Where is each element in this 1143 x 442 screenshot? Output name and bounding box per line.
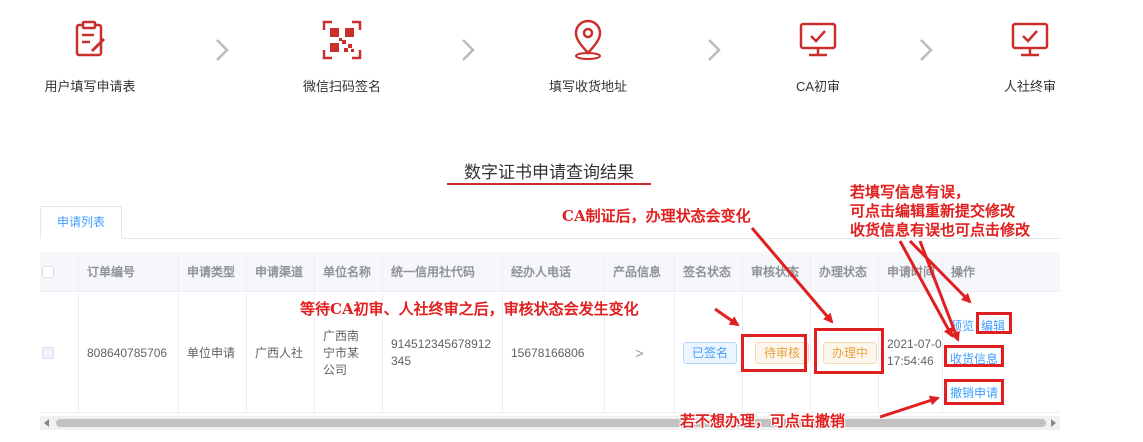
step-label: 人社终审 (1003, 79, 1056, 94)
tab-apply-list[interactable]: 申请列表 (40, 206, 122, 239)
preview-link[interactable]: 预览 (950, 317, 974, 334)
cell-apply-type: 单位申请 (178, 293, 246, 413)
step-address: 填写收货地址 (518, 18, 658, 95)
cell-order-no: 808640785706 (78, 293, 178, 413)
col-apply-time: 申请时间 (878, 252, 942, 292)
apply-time-clock: 17:54:46 (887, 354, 934, 368)
col-product: 产品信息 (604, 252, 674, 292)
scroll-right-icon[interactable] (1051, 419, 1056, 427)
col-handle-status: 办理状态 (810, 252, 878, 292)
apply-time: 2021-07-0 17:54:46 (887, 336, 942, 370)
phone: 15678166806 (511, 345, 585, 360)
form-edit-icon (75, 20, 106, 57)
channel: 广西人社 (255, 345, 304, 360)
scrollbar-thumb[interactable] (56, 419, 1046, 427)
row-select-cell (40, 293, 78, 413)
annotation-edit-note-3: 收货信息有误也可点击修改 (850, 221, 1031, 239)
delivery-highlight (944, 345, 1004, 367)
col-apply-type: 申请类型 (178, 252, 246, 292)
col-order-no: 订单编号 (78, 252, 178, 292)
location-pin-icon (574, 19, 602, 60)
step-ca-review: CA初审 (748, 18, 888, 95)
col-sign-status: 签名状态 (674, 252, 742, 292)
select-all-cell (40, 252, 78, 292)
annotation-edit-note-1: 若填写信息有误， (850, 183, 971, 201)
chevron-right-icon (708, 39, 721, 61)
col-audit-status: 审核状态 (742, 252, 810, 292)
qr-code-icon (322, 20, 362, 60)
col-actions: 操作 (942, 252, 1060, 292)
credit-code: 914512345678912345 (391, 337, 492, 368)
chevron-right-icon (216, 39, 229, 61)
col-phone: 经办人电话 (502, 252, 604, 292)
cell-apply-time: 2021-07-0 17:54:46 (878, 293, 942, 413)
handle-status-highlight (814, 328, 884, 374)
chevron-right-icon (920, 39, 933, 61)
product-expand-icon[interactable]: > (635, 345, 643, 362)
cell-sign-status: 已签名 (674, 293, 742, 413)
apply-type: 单位申请 (187, 345, 236, 360)
annotation-edit-note-2: 可点击编辑重新提交修改 (850, 202, 1016, 220)
step-label: 微信扫码签名 (302, 79, 381, 94)
progress-steps: 用户填写申请表 微信扫码签名 填写收货地址 CA初审 人社终审 (0, 0, 1143, 110)
step-label: 填写收货地址 (548, 79, 627, 94)
col-unit-name: 单位名称 (314, 252, 382, 292)
row-checkbox[interactable] (42, 347, 54, 359)
monitor-check-icon (799, 22, 837, 57)
sign-status-badge: 已签名 (683, 342, 738, 364)
annotation-cancel-note: 若不想办理，可点击撤销 (680, 412, 846, 430)
edit-highlight (976, 312, 1012, 334)
cancel-highlight (944, 379, 1004, 405)
select-all-checkbox[interactable] (42, 266, 54, 278)
step-label: 用户填写申请表 (44, 79, 136, 94)
horizontal-scrollbar[interactable] (40, 416, 1060, 430)
monitor-check-icon (1011, 22, 1049, 57)
title-underline (447, 183, 651, 185)
apply-time-date: 2021-07-0 (887, 337, 942, 351)
annotation-audit-note: 等待CA初审、人社终审之后，审核状态会发生变化 (300, 300, 639, 318)
col-credit-code: 统一信用社代码 (382, 252, 502, 292)
step-label: CA初审 (795, 79, 841, 94)
col-channel: 申请渠道 (246, 252, 314, 292)
table-header: 订单编号 申请类型 申请渠道 单位名称 统一信用社代码 经办人电话 产品信息 签… (40, 252, 1060, 292)
unit-name: 广西南宁市某公司 (323, 328, 360, 377)
annotation-ca-note: CA制证后，办理状态会变化 (562, 207, 751, 225)
order-no: 808640785706 (87, 345, 168, 360)
page-title: 数字证书申请查询结果 (464, 163, 634, 182)
step-fill-form: 用户填写申请表 (20, 18, 160, 95)
scroll-left-icon[interactable] (44, 419, 49, 427)
chevron-right-icon (462, 39, 475, 61)
audit-status-highlight (741, 334, 807, 372)
step-wechat-sign: 微信扫码签名 (272, 18, 412, 95)
step-final-review: 人社终审 (960, 18, 1100, 95)
